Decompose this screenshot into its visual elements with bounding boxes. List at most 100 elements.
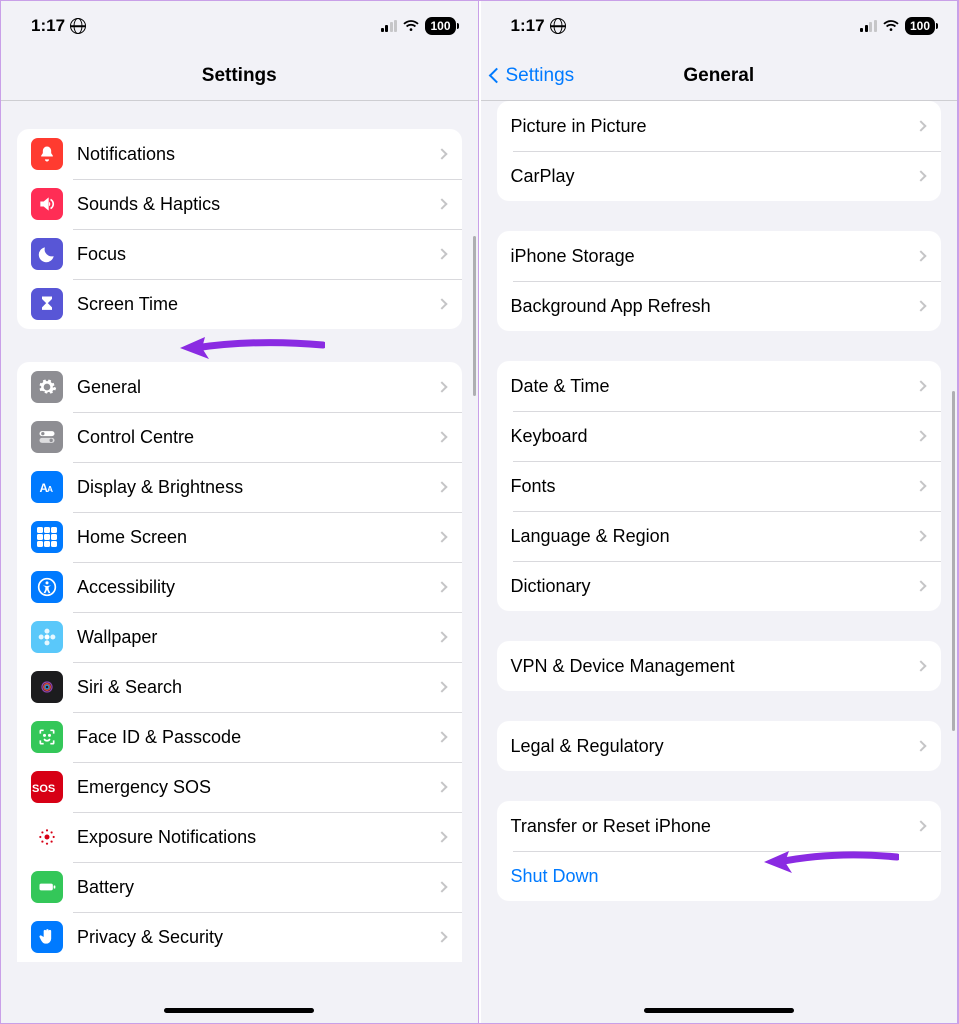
chevron-right-icon: [915, 250, 926, 261]
row-shutdown[interactable]: Shut Down: [497, 851, 942, 901]
chevron-right-icon: [436, 781, 447, 792]
chevron-right-icon: [915, 430, 926, 441]
row-accessibility[interactable]: Accessibility: [17, 562, 462, 612]
row-label: Wallpaper: [77, 627, 438, 648]
row-general[interactable]: General: [17, 362, 462, 412]
general-content: Picture in Picture CarPlay iPhone Storage…: [481, 101, 958, 1023]
row-dictionary[interactable]: Dictionary: [497, 561, 942, 611]
gear-icon: [31, 371, 63, 403]
row-label: Screen Time: [77, 294, 438, 315]
scroll-indicator[interactable]: [952, 391, 955, 731]
row-carplay[interactable]: CarPlay: [497, 151, 942, 201]
row-storage[interactable]: iPhone Storage: [497, 231, 942, 281]
phone-general: 1:17 100 Settings General Picture in Pic…: [481, 1, 959, 1023]
chevron-right-icon: [915, 530, 926, 541]
row-home-screen[interactable]: Home Screen: [17, 512, 462, 562]
chevron-right-icon: [436, 881, 447, 892]
chevron-right-icon: [436, 731, 447, 742]
chevron-right-icon: [436, 681, 447, 692]
battery-icon: [31, 871, 63, 903]
row-display-brightness[interactable]: AA Display & Brightness: [17, 462, 462, 512]
row-label: Keyboard: [511, 426, 918, 447]
chevron-right-icon: [436, 631, 447, 642]
general-group-6: Transfer or Reset iPhoneShut Down: [497, 801, 942, 901]
row-faceid[interactable]: Face ID & Passcode: [17, 712, 462, 762]
general-group-5: Legal & Regulatory: [497, 721, 942, 771]
row-emergency-sos[interactable]: SOS Emergency SOS: [17, 762, 462, 812]
scroll-indicator[interactable]: [473, 236, 476, 396]
row-label: Sounds & Haptics: [77, 194, 438, 215]
status-bar: 1:17 100: [1, 1, 478, 51]
home-indicator[interactable]: [164, 1008, 314, 1013]
row-label: Date & Time: [511, 376, 918, 397]
chevron-right-icon: [915, 120, 926, 131]
settings-group-2: General Control Centre AA Display & Brightn…: [17, 362, 462, 962]
text-size-icon: AA: [31, 471, 63, 503]
row-label: Fonts: [511, 476, 918, 497]
row-sounds[interactable]: Sounds & Haptics: [17, 179, 462, 229]
row-label: Emergency SOS: [77, 777, 438, 798]
svg-text:SOS: SOS: [32, 783, 55, 795]
chevron-right-icon: [915, 580, 926, 591]
general-group-2: iPhone Storage Background App Refresh: [497, 231, 942, 331]
row-label: iPhone Storage: [511, 246, 918, 267]
chevron-right-icon: [915, 660, 926, 671]
row-label: Focus: [77, 244, 438, 265]
annotation-arrow-general: [175, 333, 325, 363]
row-label: Privacy & Security: [77, 927, 438, 948]
row-label: VPN & Device Management: [511, 656, 918, 677]
row-label: General: [77, 377, 438, 398]
switches-icon: [31, 421, 63, 453]
chevron-right-icon: [915, 380, 926, 391]
general-group-1: Picture in Picture CarPlay: [497, 101, 942, 201]
chevron-right-icon: [436, 248, 447, 259]
row-pip[interactable]: Picture in Picture: [497, 101, 942, 151]
row-label: Face ID & Passcode: [77, 727, 438, 748]
location-icon: [70, 18, 86, 34]
wifi-icon: [402, 19, 420, 33]
chevron-right-icon: [915, 820, 926, 831]
row-exposure[interactable]: Exposure Notifications: [17, 812, 462, 862]
row-label: Siri & Search: [77, 677, 438, 698]
row-label: Legal & Regulatory: [511, 736, 918, 757]
row-label: Accessibility: [77, 577, 438, 598]
row-battery[interactable]: Battery: [17, 862, 462, 912]
accessibility-icon: [31, 571, 63, 603]
back-label: Settings: [506, 65, 575, 87]
settings-group-1: Notifications Sounds & Haptics Focus Screen…: [17, 129, 462, 329]
general-group-4: VPN & Device Management: [497, 641, 942, 691]
status-time: 1:17: [511, 16, 545, 36]
chevron-right-icon: [436, 531, 447, 542]
row-wallpaper[interactable]: Wallpaper: [17, 612, 462, 662]
location-icon: [550, 18, 566, 34]
general-group-3: Date & Time Keyboard Fonts Language & Regio…: [497, 361, 942, 611]
home-indicator[interactable]: [644, 1008, 794, 1013]
chevron-right-icon: [915, 300, 926, 311]
battery-indicator: 100: [905, 17, 935, 35]
row-date-time[interactable]: Date & Time: [497, 361, 942, 411]
row-lang-region[interactable]: Language & Region: [497, 511, 942, 561]
chevron-right-icon: [436, 381, 447, 392]
row-transfer-reset[interactable]: Transfer or Reset iPhone: [497, 801, 942, 851]
row-fonts[interactable]: Fonts: [497, 461, 942, 511]
back-button[interactable]: Settings: [491, 51, 575, 100]
cellular-signal-icon: [381, 20, 398, 32]
row-notifications[interactable]: Notifications: [17, 129, 462, 179]
grid-icon: [31, 521, 63, 553]
row-privacy[interactable]: Privacy & Security: [17, 912, 462, 962]
row-siri-search[interactable]: Siri & Search: [17, 662, 462, 712]
row-vpn[interactable]: VPN & Device Management: [497, 641, 942, 691]
row-legal[interactable]: Legal & Regulatory: [497, 721, 942, 771]
row-control-centre[interactable]: Control Centre: [17, 412, 462, 462]
row-label: Display & Brightness: [77, 477, 438, 498]
row-screentime[interactable]: Screen Time: [17, 279, 462, 329]
sos-icon: SOS: [31, 771, 63, 803]
row-label: Exposure Notifications: [77, 827, 438, 848]
row-focus[interactable]: Focus: [17, 229, 462, 279]
row-label: Language & Region: [511, 526, 918, 547]
row-label: Picture in Picture: [511, 116, 918, 137]
row-keyboard[interactable]: Keyboard: [497, 411, 942, 461]
hourglass-icon: [31, 288, 63, 320]
wifi-icon: [882, 19, 900, 33]
row-bg-refresh[interactable]: Background App Refresh: [497, 281, 942, 331]
